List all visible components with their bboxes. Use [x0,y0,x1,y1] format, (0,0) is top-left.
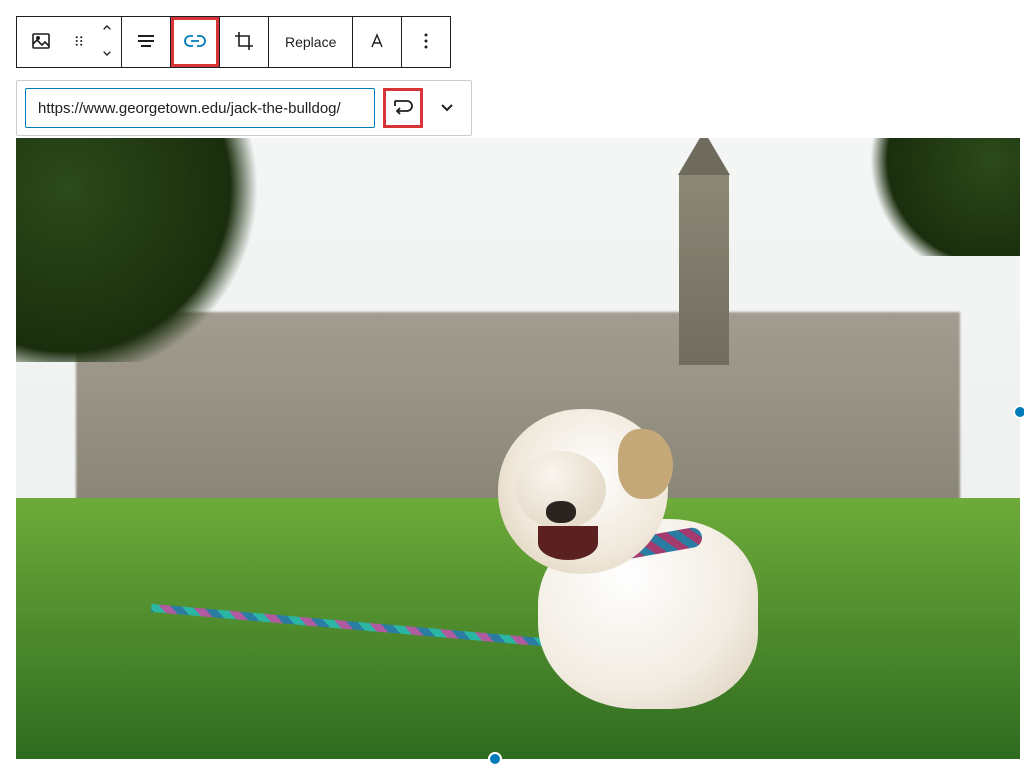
image-bulldog [498,399,798,719]
crop-button[interactable] [220,17,268,67]
block-type-button[interactable] [17,17,65,67]
image-tower-region [679,175,729,365]
link-icon [183,29,207,56]
resize-handle-bottom[interactable] [488,752,502,766]
chevron-down-icon [435,95,459,122]
toolbar-group-more [402,17,450,67]
link-url-input[interactable] [25,88,375,128]
image-tree-left [16,138,277,362]
toolbar-group-crop [220,17,269,67]
replace-button[interactable]: Replace [269,17,352,67]
link-url-popover [16,80,472,136]
move-up-button[interactable] [93,17,121,42]
text-overlay-button[interactable] [353,17,401,67]
toolbar-group-replace: Replace [269,17,353,67]
image-block-icon [29,29,53,56]
more-vertical-icon [414,29,438,56]
align-icon [134,29,158,56]
image-tree-right [849,138,1020,256]
align-button[interactable] [122,17,170,67]
image-content[interactable] [16,138,1020,759]
crop-icon [232,29,256,56]
submit-arrow-icon [391,95,415,122]
resize-handle-right[interactable] [1013,405,1024,419]
link-settings-toggle-button[interactable] [427,88,467,128]
toolbar-group-block [17,17,122,67]
move-down-button[interactable] [93,42,121,67]
more-options-button[interactable] [402,17,450,67]
image-block-wrapper [16,138,1020,759]
block-toolbar: Replace [16,16,451,68]
drag-handle-icon [70,32,88,53]
chevron-down-icon [99,45,115,64]
link-button[interactable] [171,17,219,67]
drag-handle-button[interactable] [65,17,93,67]
move-updown-stack [93,17,121,67]
toolbar-group-text [353,17,402,67]
submit-link-button[interactable] [383,88,423,128]
toolbar-group-align [122,17,171,67]
replace-label: Replace [285,34,336,50]
chevron-up-icon [99,20,115,39]
letter-a-icon [365,29,389,56]
toolbar-group-link [171,17,220,67]
